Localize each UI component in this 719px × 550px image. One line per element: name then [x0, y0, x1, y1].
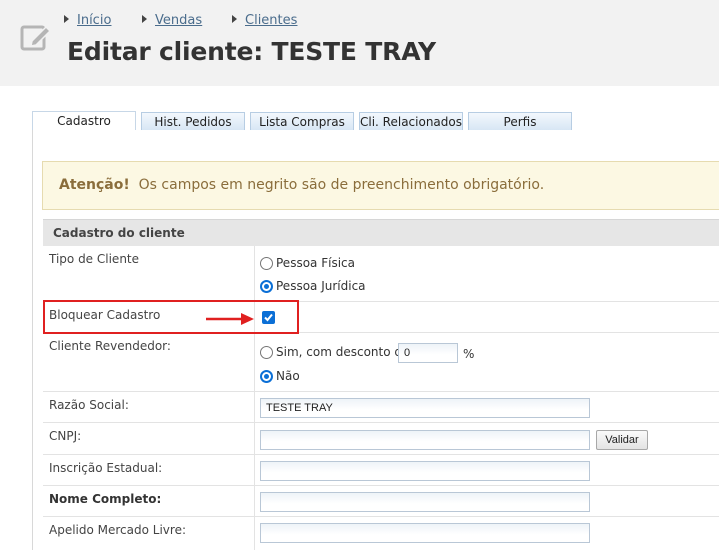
radio-revendedor-nao[interactable]: Não	[260, 369, 300, 383]
row-tipo-cliente: Tipo de Cliente Pessoa Física Pessoa Jur…	[43, 246, 719, 302]
razao-social-input[interactable]	[260, 398, 590, 418]
chevron-right-icon	[142, 15, 147, 23]
radio-pessoa-fisica[interactable]: Pessoa Física	[260, 256, 355, 270]
row-apelido-mercado-livre: Apelido Mercado Livre:	[43, 517, 719, 550]
alert-message: Os campos em negrito são de preenchiment…	[138, 177, 545, 193]
alert-title: Atenção!	[59, 177, 130, 193]
row-razao-social: Razão Social:	[43, 392, 719, 423]
label-cnpj: CNPJ:	[43, 423, 255, 454]
inscricao-estadual-input[interactable]	[260, 461, 590, 481]
radio-unchecked-icon	[260, 256, 273, 270]
row-cnpj: CNPJ: Validar	[43, 423, 719, 455]
radio-checked-icon	[260, 369, 273, 383]
discount-input[interactable]	[398, 343, 458, 363]
required-fields-alert: Atenção! Os campos em negrito são de pre…	[42, 161, 719, 210]
page-header: Início Vendas Clientes Editar cliente: T…	[0, 0, 719, 86]
breadcrumb-vendas[interactable]: Vendas	[142, 13, 202, 28]
chevron-right-icon	[232, 15, 237, 23]
tab-lista-compras[interactable]: Lista Compras	[250, 112, 354, 131]
tab-cadastro[interactable]: Cadastro	[32, 111, 136, 131]
validar-button[interactable]: Validar	[596, 430, 648, 450]
tab-cli-relacionados[interactable]: Cli. Relacionados	[359, 112, 463, 131]
page-title: Editar cliente: TESTE TRAY	[67, 37, 436, 66]
label-nome-completo: Nome Completo:	[43, 486, 255, 516]
edit-icon	[20, 25, 52, 51]
tab-hist-pedidos[interactable]: Hist. Pedidos	[141, 112, 245, 131]
cnpj-input[interactable]	[260, 430, 590, 450]
chevron-right-icon	[64, 15, 69, 23]
label-inscricao-estadual: Inscrição Estadual:	[43, 455, 255, 485]
nome-completo-input[interactable]	[260, 492, 590, 512]
breadcrumb-inicio[interactable]: Início	[64, 13, 111, 28]
label-cliente-revendedor: Cliente Revendedor:	[43, 333, 255, 391]
radio-revendedor-sim[interactable]: Sim, com desconto de	[260, 345, 409, 359]
radio-checked-icon	[260, 279, 273, 293]
tab-perfis[interactable]: Perfis	[468, 112, 572, 131]
radio-unchecked-icon	[260, 345, 273, 359]
row-nome-completo: Nome Completo:	[43, 486, 719, 517]
percent-sign: %	[463, 347, 475, 361]
breadcrumb-clientes[interactable]: Clientes	[232, 13, 297, 28]
radio-pessoa-juridica[interactable]: Pessoa Jurídica	[260, 279, 366, 293]
row-cliente-revendedor: Cliente Revendedor: Sim, com desconto de…	[43, 333, 719, 392]
apelido-input[interactable]	[260, 523, 590, 543]
section-title: Cadastro do cliente	[43, 219, 719, 246]
tab-bar: Cadastro Hist. Pedidos Lista Compras Cli…	[32, 111, 719, 131]
row-bloquear-cadastro: Bloquear Cadastro	[43, 302, 719, 333]
bloquear-cadastro-checkbox[interactable]	[262, 311, 275, 324]
label-apelido-mercado-livre: Apelido Mercado Livre:	[43, 517, 255, 550]
label-tipo-cliente: Tipo de Cliente	[43, 246, 255, 301]
checkmark-icon	[264, 313, 273, 322]
red-arrow-icon	[206, 313, 254, 325]
label-razao-social: Razão Social:	[43, 392, 255, 422]
row-inscricao-estadual: Inscrição Estadual:	[43, 455, 719, 486]
